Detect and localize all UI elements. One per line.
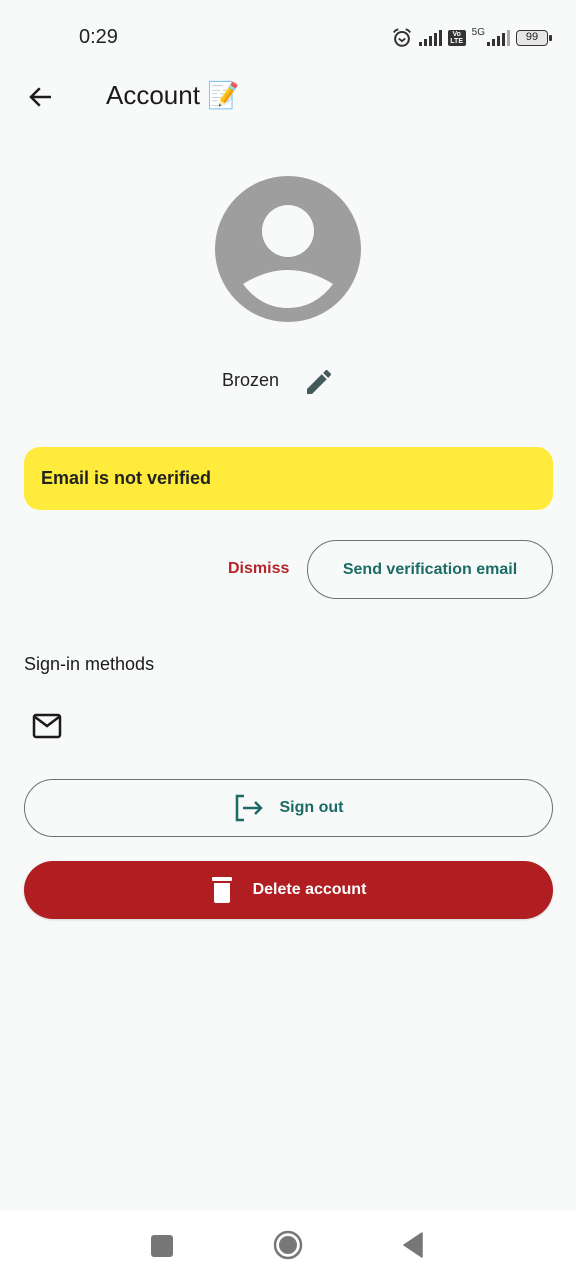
send-verification-email-button[interactable]: Send verification email	[307, 540, 553, 599]
status-bar: 0:29 Vo LTE 5G 99	[0, 0, 576, 76]
page-title: Account 📝	[106, 80, 240, 110]
system-nav-bar	[0, 1210, 576, 1280]
delete-account-button[interactable]: Delete account	[24, 861, 553, 919]
user-name: Brozen	[222, 370, 280, 390]
sign-out-button[interactable]: Sign out	[24, 779, 553, 837]
home-button[interactable]	[273, 1230, 303, 1260]
trash-icon	[211, 877, 232, 903]
sign-in-methods-title: Sign-in methods	[24, 654, 155, 674]
volte-icon: Vo LTE	[447, 30, 466, 46]
email-not-verified-banner: Email is not verified	[24, 447, 553, 510]
delete-account-label: Delete account	[252, 881, 367, 898]
banner-message: Email is not verified	[41, 468, 212, 488]
pencil-icon	[307, 369, 332, 394]
back-button[interactable]	[26, 82, 56, 112]
signal-icon	[418, 30, 442, 46]
edit-name-button[interactable]	[302, 366, 336, 398]
5g-signal-icon	[487, 30, 510, 46]
dismiss-button[interactable]: Dismiss	[222, 553, 295, 585]
recents-button[interactable]	[151, 1235, 173, 1257]
status-time: 0:29	[79, 26, 118, 48]
battery-icon: 99	[516, 30, 552, 46]
alarm-icon	[392, 28, 411, 47]
logout-icon	[235, 794, 263, 822]
mail-icon	[32, 713, 62, 739]
nav-back-button[interactable]	[403, 1232, 423, 1258]
app-bar: Account 📝	[0, 76, 576, 116]
status-icons: Vo LTE 5G 99	[391, 26, 552, 50]
account-circle-icon	[215, 176, 361, 322]
profile-name-row: Brozen	[0, 364, 576, 400]
network-type: 5G	[471, 26, 485, 38]
sign-out-label: Sign out	[279, 799, 344, 816]
arrow-left-icon	[29, 87, 51, 107]
